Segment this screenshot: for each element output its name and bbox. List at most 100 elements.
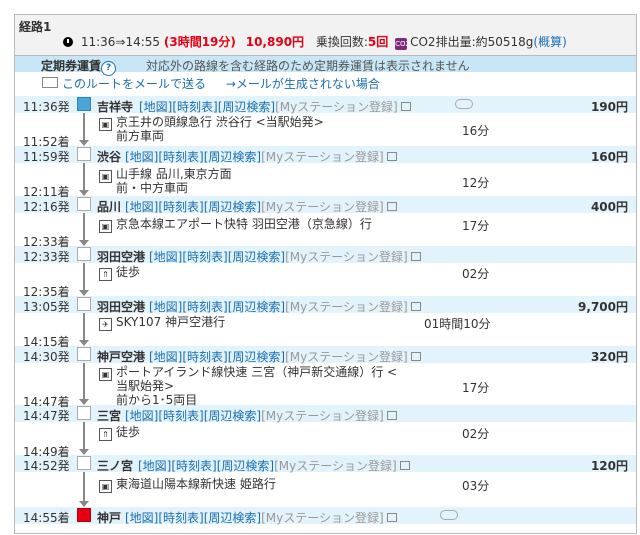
train-icon: ▣ bbox=[99, 118, 112, 131]
segment-duration: 01時間10分 bbox=[424, 317, 491, 331]
map-link[interactable]: [地図] bbox=[125, 511, 158, 525]
help-icon[interactable]: ? bbox=[101, 61, 117, 76]
station-time: 11:36発 bbox=[23, 100, 70, 114]
segment-line: 前から1･5両目 bbox=[116, 393, 198, 407]
station-marker-icon bbox=[77, 347, 91, 361]
nearby-search-link[interactable]: [周辺検索] bbox=[204, 200, 261, 214]
mystation-register-link[interactable]: [Myステーション登録] bbox=[285, 250, 408, 264]
station-marker-icon bbox=[77, 456, 91, 470]
mystation-register-link[interactable]: [Myステーション登録] bbox=[261, 200, 384, 214]
segment-duration: 17分 bbox=[462, 219, 490, 233]
mystation-register-link[interactable]: [Myステーション登録] bbox=[285, 350, 408, 364]
weather-cloud-icon bbox=[455, 99, 473, 109]
segment-duration: 02分 bbox=[462, 427, 490, 441]
segment-line: 京急本線エアポート快特 羽田空港（京急線）行 bbox=[116, 217, 372, 231]
station-row: 14:52発 三ノ宮 [地図][時刻表][周辺検索][Myステーション登録] 120円 bbox=[15, 455, 636, 473]
teiki-message: 対応外の路線を含む経路のため定期券運賃は表示されません bbox=[146, 59, 470, 73]
station-time: 11:59発 bbox=[23, 150, 70, 164]
mystation-register-link[interactable]: [Myステーション登録] bbox=[261, 150, 384, 164]
station-time: 13:05発 bbox=[23, 300, 70, 314]
station-links: [地図][時刻表][周辺検索][Myステーション登録] bbox=[125, 148, 397, 165]
send-route-mail-link[interactable]: このルートをメールで送る bbox=[62, 77, 206, 91]
co2-label: CO2排出量:約50518g bbox=[410, 35, 534, 49]
station-fare: 9,700円 bbox=[578, 300, 628, 314]
segment-line: 東海道山陽本線新快速 姫路行 bbox=[116, 477, 276, 491]
walk-icon: ⇑ bbox=[99, 428, 112, 441]
nearby-search-link[interactable]: [周辺検索] bbox=[204, 511, 261, 525]
station-fare: 320円 bbox=[590, 350, 628, 364]
nearby-search-link[interactable]: [周辺検索] bbox=[228, 350, 285, 364]
station-row: 12:16発 品川 [地図][時刻表][周辺検索][Myステーション登録] 400円 bbox=[15, 196, 636, 215]
map-link[interactable]: [地図] bbox=[139, 100, 172, 114]
teiki-label: 定期券運賃? bbox=[41, 57, 117, 76]
segment-description: ポートアイランド線快速 三宮（神戸新交通線）行 < 当駅始発> 前から1･5両目 bbox=[116, 365, 397, 407]
segment-description: 東海道山陽本線新快速 姫路行 bbox=[116, 477, 276, 491]
nearby-search-link[interactable]: [周辺検索] bbox=[228, 300, 285, 314]
station-name: 三ノ宮 bbox=[97, 459, 134, 473]
station-marker-icon bbox=[77, 297, 91, 311]
timetable-link[interactable]: [時刻表] bbox=[182, 350, 227, 364]
mystation-register-link[interactable]: [Myステーション登録] bbox=[261, 409, 384, 423]
plane-icon: ✈ bbox=[99, 318, 112, 331]
map-link[interactable]: [地図] bbox=[149, 250, 182, 264]
nearby-search-link[interactable]: [周辺検索] bbox=[228, 250, 285, 264]
mail-trouble-link[interactable]: →メールが生成されない場合 bbox=[226, 77, 380, 91]
nearby-search-link[interactable]: [周辺検索] bbox=[204, 150, 261, 164]
segment-line: 前方車両 bbox=[116, 129, 165, 143]
station-fare: 400円 bbox=[590, 200, 628, 214]
station-time: 12:16発 bbox=[23, 200, 70, 214]
timetable-link[interactable]: [時刻表] bbox=[171, 459, 216, 473]
station-row: 13:05発 羽田空港 [地図][時刻表][周辺検索][Myステーション登録] 9,7… bbox=[15, 296, 636, 315]
transfer-count: 5回 bbox=[367, 35, 389, 49]
timetable-link[interactable]: [時刻表] bbox=[158, 511, 203, 525]
nearby-search-link[interactable]: [周辺検索] bbox=[218, 100, 275, 114]
segment-line: SKY107 神戸空港行 bbox=[116, 315, 226, 329]
timetable-link[interactable]: [時刻表] bbox=[172, 100, 217, 114]
nearby-search-link[interactable]: [周辺検索] bbox=[217, 459, 274, 473]
station-name: 神戸空港 bbox=[97, 350, 146, 364]
station-links: [地図][時刻表][周辺検索][Myステーション登録] bbox=[125, 198, 397, 215]
mystation-register-link[interactable]: [Myステーション登録] bbox=[275, 100, 398, 114]
map-link[interactable]: [地図] bbox=[125, 150, 158, 164]
timetable-link[interactable]: [時刻表] bbox=[158, 200, 203, 214]
station-name: 三宮 bbox=[97, 409, 122, 423]
co2-estimate-link[interactable]: (概算) bbox=[533, 35, 566, 49]
arrival-time: 14:47着 bbox=[23, 395, 70, 409]
map-link[interactable]: [地図] bbox=[125, 200, 158, 214]
arrival-time: 11:52着 bbox=[23, 135, 70, 149]
segment-description: 京急本線エアポート快特 羽田空港（京急線）行 bbox=[116, 217, 372, 231]
station-links: [地図][時刻表][周辺検索][Myステーション登録] bbox=[149, 248, 421, 265]
station-fare: 160円 bbox=[590, 150, 628, 164]
nearby-search-link[interactable]: [周辺検索] bbox=[204, 409, 261, 423]
mystation-register-link[interactable]: [Myステーション登録] bbox=[285, 300, 408, 314]
start-marker-icon bbox=[77, 97, 91, 111]
route-panel: 経路1 11:36⇒14:55 (3時間19分) 10,890円 乗換回数:5回… bbox=[14, 14, 637, 534]
station-row: 11:36発 吉祥寺 [地図][時刻表][周辺検索][Myステーション登録] 190円 bbox=[15, 96, 636, 114]
map-link[interactable]: [地図] bbox=[149, 350, 182, 364]
station-row: 14:30発 神戸空港 [地図][時刻表][周辺検索][Myステーション登録] 320… bbox=[15, 346, 636, 364]
map-link[interactable]: [地図] bbox=[138, 459, 171, 473]
mystation-register-link[interactable]: [Myステーション登録] bbox=[274, 459, 397, 473]
route-connector bbox=[83, 362, 85, 399]
station-links: [地図][時刻表][周辺検索][Myステーション登録] bbox=[149, 298, 421, 315]
mystation-register-link[interactable]: [Myステーション登録] bbox=[261, 511, 384, 525]
segment-line: 京王井の頭線急行 渋谷行 <当駅始発> bbox=[116, 115, 324, 129]
timetable-link[interactable]: [時刻表] bbox=[158, 409, 203, 423]
lock-icon bbox=[410, 352, 421, 361]
lock-icon bbox=[386, 152, 397, 161]
train-icon: ▣ bbox=[99, 220, 112, 233]
station-fare: 120円 bbox=[590, 459, 628, 473]
timetable-link[interactable]: [時刻表] bbox=[158, 150, 203, 164]
segment-duration: 17分 bbox=[462, 381, 490, 395]
timetable-link[interactable]: [時刻表] bbox=[182, 300, 227, 314]
segment-duration: 02分 bbox=[462, 267, 490, 281]
timetable-link[interactable]: [時刻表] bbox=[182, 250, 227, 264]
teiki-label-text: 定期券運賃 bbox=[41, 59, 102, 73]
map-link[interactable]: [地図] bbox=[125, 409, 158, 423]
segment-line: 徒歩 bbox=[116, 425, 141, 439]
lock-icon bbox=[410, 252, 421, 261]
route-summary: 11:36⇒14:55 (3時間19分) 10,890円 乗換回数:5回 CO2… bbox=[63, 33, 567, 50]
map-link[interactable]: [地図] bbox=[149, 300, 182, 314]
lock-icon bbox=[386, 202, 397, 211]
route-title: 経路1 bbox=[19, 20, 52, 34]
